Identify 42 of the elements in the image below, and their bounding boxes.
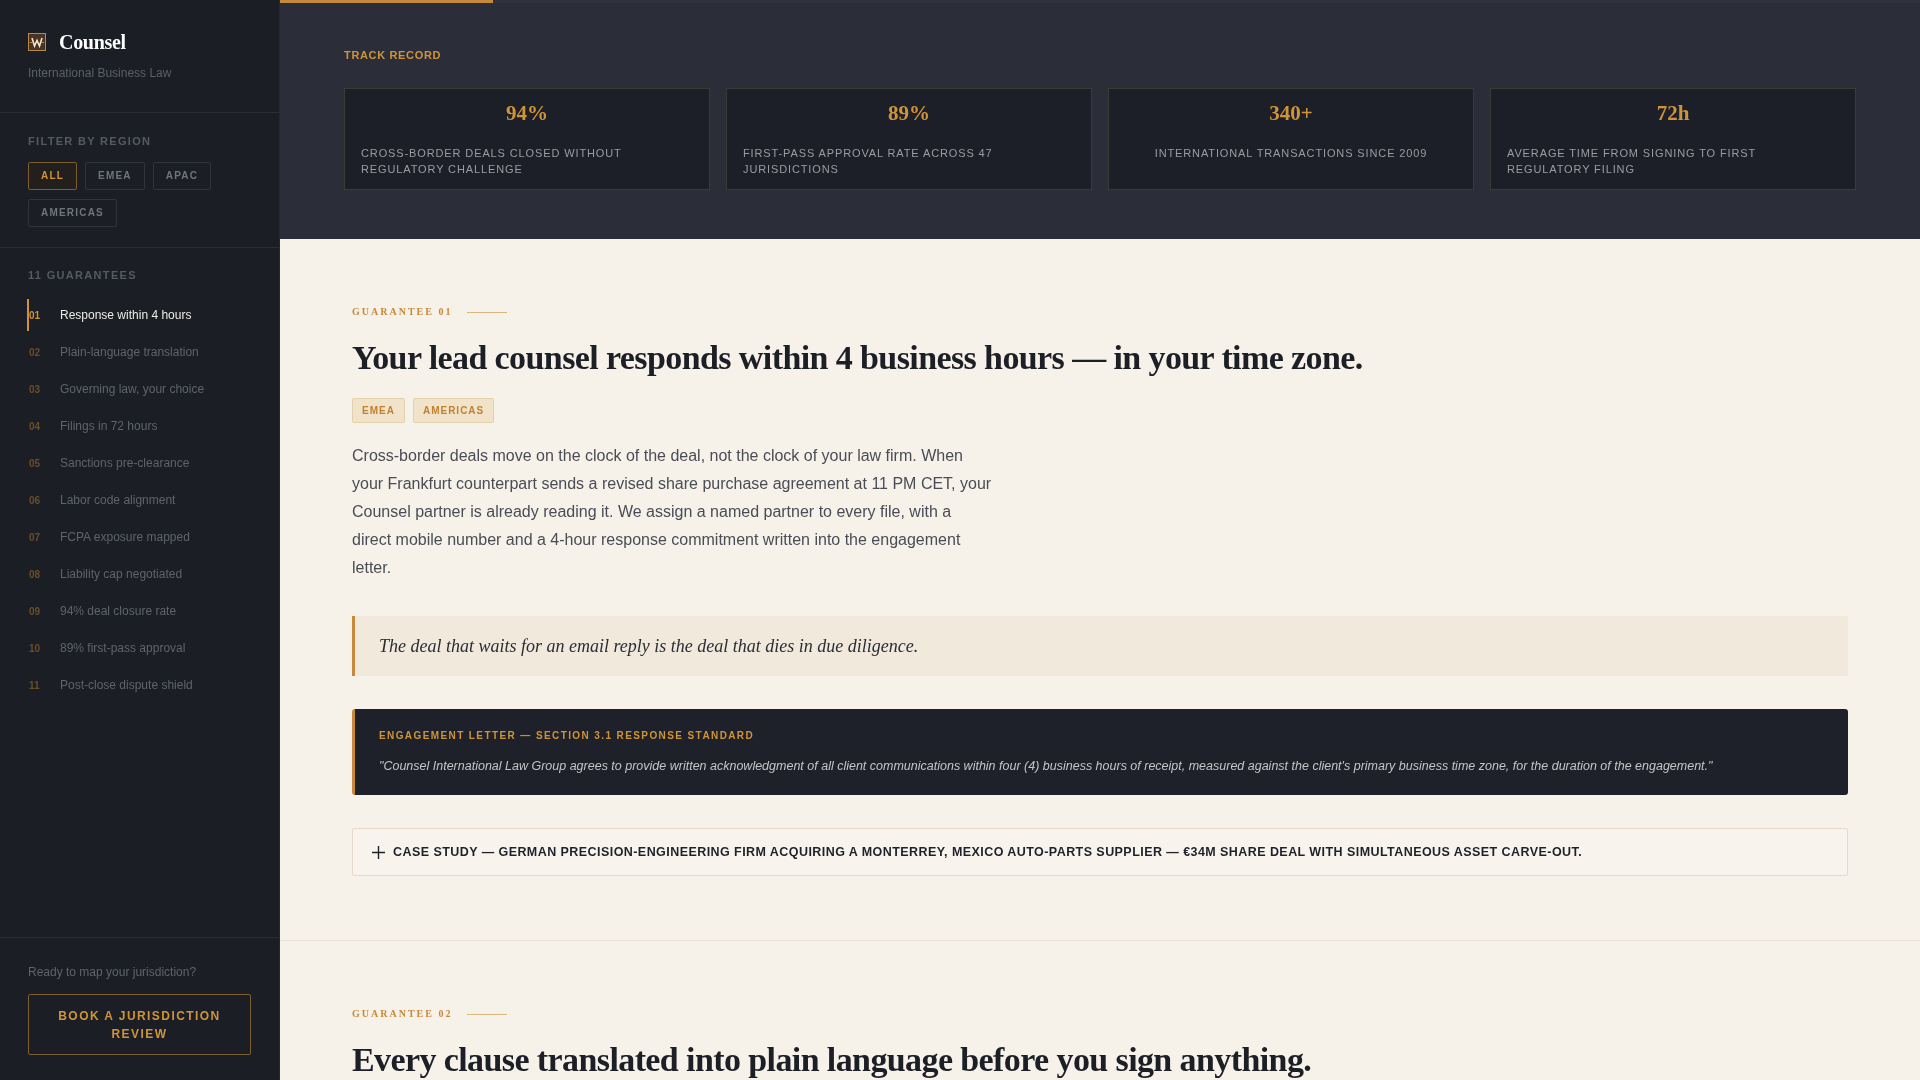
case-study-toggle[interactable]: CASE STUDY — GERMAN PRECISION-ENGINEERING FIRM ACQUIRING A MONTERREY, MEXICO AUTO-PARTS SUPPLIER — €34M SHARE DEAL WITH SIMULTANEOUS ASSET CARVE-OUT. [352, 828, 1848, 876]
guarantee-nav-item[interactable]: 09 94% deal closure rate [27, 595, 279, 627]
stat-label: AVERAGE TIME FROM SIGNING TO FIRST REGULATORY FILING [1507, 146, 1757, 177]
region-tag: EMEA [352, 398, 405, 423]
guarantee-nav-item[interactable]: 03 Governing law, your choice [27, 373, 279, 405]
guarantee-nav-item[interactable]: 05 Sanctions pre-clearance [27, 447, 279, 479]
clause-text: "Counsel International Law Group agrees to provide written acknowledgment of all client communications within four (4) business hours of receipt, measured against the client's primary business time zone, for the duration of the engagement." [379, 758, 1714, 775]
guarantee-heading: Every clause translated into plain language before you sign anything. [352, 1040, 1313, 1080]
guarantee-nav-item[interactable]: 10 89% first-pass approval [27, 632, 279, 664]
pull-quote: The deal that waits for an email reply is the deal that dies in due diligence. [352, 616, 1848, 676]
guarantee-eyebrow: GUARANTEE 02 [352, 1007, 453, 1021]
guarantee-eyebrow: GUARANTEE 01 [352, 305, 453, 319]
stat-value: 72h [1655, 100, 1691, 126]
section-label: TRACK RECORD [344, 48, 443, 63]
guarantee-nav-item[interactable]: 06 Labor code alignment [27, 484, 279, 516]
guarantee-nav-item[interactable]: 08 Liability cap negotiated [27, 558, 279, 590]
brand-name: Counsel [59, 30, 126, 54]
guarantee-nav-item[interactable]: 04 Filings in 72 hours [27, 410, 279, 442]
region-filter-button[interactable]: EMEA [85, 162, 145, 190]
guarantee-nav-item[interactable]: 01 Response within 4 hours [27, 299, 279, 331]
guarantee-body: Cross-border deals move on the clock of the deal, not the clock of your law firm. When your Frankfurt counterpart sends a revised share purchase agreement at 11 PM CET, your Counsel partner is already reading it. We assign a named partner to every file, with a direct mobile number and a 4-hour response commitment written into the engagement letter. [352, 446, 993, 578]
region-filter-button[interactable]: ALL [28, 162, 78, 190]
stat-label: CROSS-BORDER DEALS CLOSED WITHOUT REGULATORY CHALLENGE [361, 146, 623, 177]
guarantee-nav-item[interactable]: 07 FCPA exposure mapped [27, 521, 279, 553]
guarantee-nav-item[interactable]: 11 Post-close dispute shield [27, 669, 279, 701]
logo-icon [28, 33, 46, 51]
stat-value: 94% [505, 100, 549, 126]
guarantee-nav-item[interactable]: 02 Plain-language translation [27, 336, 279, 368]
stat-value: 340+ [1268, 100, 1314, 126]
region-filter-button[interactable]: AMERICAS [28, 199, 117, 227]
section-label: 11 GUARANTEES [28, 268, 138, 283]
guarantee-heading: Your lead counsel responds within 4 business hours — in your time zone. [352, 338, 1364, 378]
stat-value: 89% [887, 100, 931, 126]
stat-label: INTERNATIONAL TRANSACTIONS SINCE 2009 [1154, 146, 1428, 161]
brand-tagline: International Business Law [28, 65, 173, 81]
stat-label: FIRST-PASS APPROVAL RATE ACROSS 47 JURISDICTIONS [743, 146, 994, 177]
cta-prompt: Ready to map your jurisdiction? [28, 964, 198, 980]
section-label: FILTER BY REGION [28, 134, 153, 149]
region-filter-button[interactable]: APAC [152, 162, 212, 190]
region-tag: AMERICAS [412, 398, 495, 423]
book-review-button[interactable]: BOOK A JURISDICTION REVIEW [28, 994, 251, 1055]
clause-title: ENGAGEMENT LETTER — SECTION 3.1 RESPONSE STANDARD [379, 729, 756, 743]
